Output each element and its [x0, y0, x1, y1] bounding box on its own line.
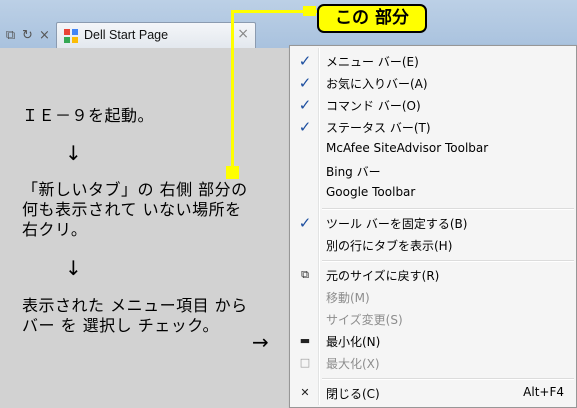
- menu-separator: [322, 260, 574, 262]
- menu-separator: [322, 378, 574, 380]
- checkmark-icon: ✓: [298, 96, 312, 114]
- menu-item-label: 最大化(X): [326, 357, 380, 371]
- checkmark-icon: ✓: [298, 118, 312, 136]
- down-arrow-icon: ↓: [65, 141, 82, 165]
- callout-label: この 部分: [317, 4, 427, 33]
- tab-dell-start-page[interactable]: Dell Start Page ×: [56, 22, 256, 48]
- menu-item-maximize: □ 最大化(X): [292, 352, 574, 374]
- menu-shortcut: Alt+F4: [523, 385, 564, 399]
- menu-item-label: メニュー バー(E): [326, 55, 419, 69]
- step-2-text: 「新しいタブ」の 右側 部分の 何も表示されて いない場所を 右クリ。: [22, 180, 248, 239]
- menu-item-lock-toolbars[interactable]: ✓ ツール バーを固定する(B): [292, 212, 574, 234]
- menu-item-command-bar[interactable]: ✓ コマンド バー(O): [292, 94, 574, 116]
- menu-item-label: McAfee SiteAdvisor Toolbar: [326, 141, 489, 155]
- menu-item-google-toolbar[interactable]: Google Toolbar: [292, 182, 574, 204]
- menu-item-resize: サイズ変更(S): [292, 308, 574, 330]
- menu-item-tabs-separate-row[interactable]: 別の行にタブを表示(H): [292, 234, 574, 256]
- menu-item-label: サイズ変更(S): [326, 313, 403, 327]
- menu-item-label: 最小化(N): [326, 335, 381, 349]
- checkmark-icon: ✓: [298, 214, 312, 232]
- restore-icon: ⧉: [301, 268, 309, 281]
- menu-item-label: お気に入りバー(A): [326, 77, 428, 91]
- callout-connector: [231, 10, 234, 170]
- tab-list-icon[interactable]: ⧉: [3, 28, 18, 43]
- menu-item-label: 元のサイズに戻す(R): [326, 269, 440, 283]
- browser-tab-strip: ⧉ ↻ × Dell Start Page ×: [0, 0, 577, 48]
- menu-item-close[interactable]: ✕ 閉じる(C) Alt+F4: [292, 382, 574, 404]
- menu-item-status-bar[interactable]: ✓ ステータス バー(T): [292, 116, 574, 138]
- tab-title: Dell Start Page: [84, 28, 169, 42]
- menu-item-menu-bar[interactable]: ✓ メニュー バー(E): [292, 50, 574, 72]
- menu-item-minimize[interactable]: ▬ 最小化(N): [292, 330, 574, 352]
- checkmark-icon: ✓: [298, 52, 312, 70]
- menu-item-favorites-bar[interactable]: ✓ お気に入りバー(A): [292, 72, 574, 94]
- menu-item-label: Google Toolbar: [326, 185, 416, 199]
- menu-item-mcafee-toolbar[interactable]: McAfee SiteAdvisor Toolbar: [292, 138, 574, 160]
- dell-favicon-icon: [64, 29, 78, 43]
- menu-item-bing-bar[interactable]: Bing バー: [292, 160, 574, 182]
- menu-item-move: 移動(M): [292, 286, 574, 308]
- minimize-icon: ▬: [299, 334, 311, 347]
- menu-separator: [322, 208, 574, 210]
- refresh-icon[interactable]: ↻: [20, 28, 35, 43]
- tab-close-icon[interactable]: ×: [237, 26, 249, 42]
- menu-item-restore[interactable]: ⧉ 元のサイズに戻す(R): [292, 264, 574, 286]
- close-icon: ✕: [300, 386, 310, 399]
- menu-item-label: 閉じる(C): [326, 387, 380, 401]
- toolbar-context-menu: ✓ メニュー バー(E) ✓ お気に入りバー(A) ✓ コマンド バー(O) ✓…: [289, 45, 577, 408]
- stop-icon[interactable]: ×: [37, 28, 52, 43]
- menu-item-label: ステータス バー(T): [326, 121, 431, 135]
- checkmark-icon: ✓: [298, 74, 312, 92]
- tab-nav-buttons: ⧉ ↻ ×: [0, 22, 55, 48]
- callout-pointer: [226, 166, 239, 179]
- menu-item-label: コマンド バー(O): [326, 99, 421, 113]
- callout-connector: [303, 6, 316, 16]
- menu-item-label: Bing バー: [326, 165, 381, 179]
- maximize-icon: □: [299, 356, 311, 369]
- step-3-text: 表示された メニュー項目 から バー を 選択し チェック。: [22, 296, 248, 335]
- menu-item-label: 別の行にタブを表示(H): [326, 239, 453, 253]
- right-arrow-icon: →: [252, 330, 269, 354]
- menu-item-label: 移動(M): [326, 291, 370, 305]
- down-arrow-icon: ↓: [65, 256, 82, 280]
- step-1-text: ＩＥ－９を起動。: [22, 106, 155, 125]
- menu-item-label: ツール バーを固定する(B): [326, 217, 468, 231]
